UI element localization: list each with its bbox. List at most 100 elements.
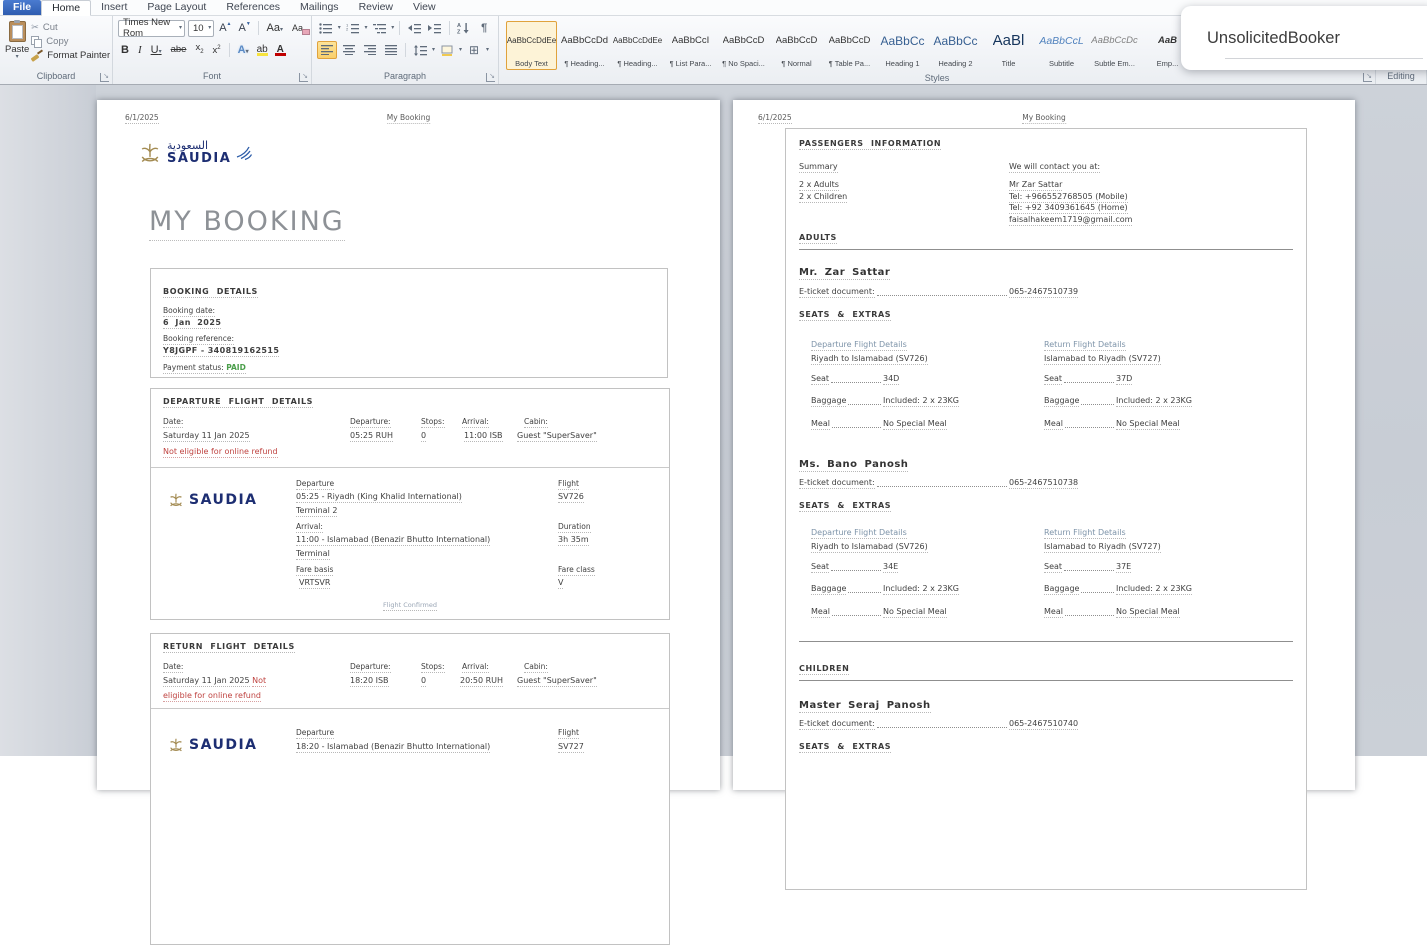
tab-mailings[interactable]: Mailings [290, 0, 349, 15]
sort-button[interactable]: AZ [455, 20, 473, 36]
adults-heading: ADULTS [799, 233, 837, 244]
style-heading-3[interactable]: AaBbCcDd¶ Heading... [559, 21, 610, 70]
font-name-select[interactable]: Times New Rom▾ [118, 20, 185, 37]
style-heading-1[interactable]: AaBbCcHeading 1 [877, 21, 928, 70]
change-case-button[interactable]: Aa▾ [264, 20, 286, 36]
flight-label: Flight [558, 479, 579, 490]
seat-label: Seat [1044, 374, 1062, 385]
styles-gallery: AaBbCcDdEeBody Text AaBbCcDd¶ Heading...… [504, 19, 1195, 72]
line-spacing-button[interactable] [411, 42, 429, 58]
paragraph-group-label: Paragraph [384, 71, 426, 81]
align-center-button[interactable] [340, 42, 358, 58]
align-left-button[interactable] [317, 41, 337, 59]
highlight-color-button[interactable]: ab [255, 45, 270, 56]
segment-arrival-value: 11:00 - Islamabad (Benazir Bhutto Intern… [296, 535, 490, 546]
segment-arrival-terminal: Terminal [296, 549, 330, 560]
style-subtitle[interactable]: AaBbCcLSubtitle [1036, 21, 1087, 70]
payment-status-value: PAID [226, 363, 246, 374]
justify-button[interactable] [382, 42, 400, 58]
font-color-button[interactable]: A [273, 45, 288, 56]
style-heading-4[interactable]: AaBbCcDdEe¶ Heading... [612, 21, 663, 70]
search-input[interactable] [1205, 28, 1427, 49]
saudia-crest-icon [167, 736, 185, 754]
segment-departure-value: 18:20 - Islamabad (Benazir Bhutto Intern… [296, 742, 490, 753]
strikethrough-button[interactable]: abe [168, 42, 190, 58]
copy-icon [31, 36, 42, 47]
subscript-button[interactable]: x2 [192, 40, 206, 60]
seat-row: Seat34E [811, 562, 1026, 573]
tab-file[interactable]: File [3, 0, 41, 15]
tab-references[interactable]: References [216, 0, 290, 15]
text-effects-button[interactable]: A▾ [235, 42, 252, 58]
paste-button[interactable]: Paste ▾ [5, 19, 29, 60]
dialog-launcher-icon[interactable]: ↘ [486, 73, 495, 82]
show-paragraph-marks-button[interactable]: ¶ [475, 20, 493, 36]
saudia-logo: السعودية SAUDIA [137, 140, 255, 166]
style-subtle-emphasis[interactable]: AaBbCcDcSubtle Em... [1089, 21, 1140, 70]
style-table-paragraph[interactable]: AaBbCcD¶ Table Pa... [824, 21, 875, 70]
seat-value: 37D [1116, 374, 1132, 385]
tab-view[interactable]: View [403, 0, 446, 15]
superscript-button[interactable]: x2 [210, 40, 224, 59]
divider [449, 21, 450, 35]
meal-row: MealNo Special Meal [1044, 419, 1259, 430]
departure-flight-box: DEPARTURE FLIGHT DETAILS Date: Departure… [150, 388, 670, 620]
svg-text:A: A [457, 23, 461, 29]
eticket-value: 065-2467510740 [1009, 719, 1078, 730]
underline-button[interactable]: U▾ [148, 42, 165, 58]
increase-indent-button[interactable] [426, 20, 444, 36]
style-body-text[interactable]: AaBbCcDdEeBody Text [506, 21, 557, 70]
chevron-down-icon: ▾ [208, 26, 211, 31]
meal-label: Meal [811, 607, 830, 618]
date-label: Date: [163, 662, 183, 673]
page-left[interactable]: 6/1/2025 My Booking السعودية SAUDIA MY B… [97, 100, 720, 790]
duration-label: Duration [558, 522, 591, 533]
style-title[interactable]: AaBlTitle [983, 21, 1034, 70]
font-size-select[interactable]: 10▾ [188, 20, 214, 37]
copy-button[interactable]: Copy [31, 36, 110, 47]
dialog-launcher-icon[interactable]: ↘ [1363, 73, 1372, 82]
style-heading-2[interactable]: AaBbCcHeading 2 [930, 21, 981, 70]
return-col-title: Return Flight Details [1044, 340, 1126, 351]
search-overlay [1181, 6, 1427, 70]
group-paragraph: ▾ 12▾ ▾ AZ ¶ [312, 16, 499, 84]
flight-status: Flight Confirmed [383, 601, 437, 611]
inbound-cabin: Guest "SuperSaver" [517, 676, 597, 687]
tab-insert[interactable]: Insert [91, 0, 137, 15]
grow-font-button[interactable]: A▲ [217, 21, 233, 35]
shading-button[interactable] [438, 42, 456, 58]
saudia-crest-icon [167, 491, 185, 509]
shrink-font-button[interactable]: A▼ [237, 21, 253, 35]
decrease-indent-button[interactable] [405, 20, 423, 36]
format-painter-button[interactable]: Format Painter [31, 50, 110, 61]
tab-home[interactable]: Home [41, 0, 91, 16]
cut-button[interactable]: ✂ Cut [31, 22, 110, 33]
style-list-paragraph[interactable]: AaBbCcI¶ List Para... [665, 21, 716, 70]
highlight-color-swatch [257, 53, 268, 56]
seat-value: 34D [883, 374, 899, 385]
bold-button[interactable]: B [118, 42, 132, 58]
tab-review[interactable]: Review [349, 0, 403, 15]
departure-label: Departure: [350, 662, 391, 673]
numbering-button[interactable]: 12 [344, 20, 362, 36]
tab-page-layout[interactable]: Page Layout [137, 0, 216, 15]
bullets-button[interactable] [317, 20, 335, 36]
passenger-name: Ms. Bano Panosh [799, 459, 908, 472]
multilevel-list-button[interactable] [370, 20, 388, 36]
clear-formatting-button[interactable]: Aa [289, 20, 306, 36]
italic-button[interactable]: I [135, 42, 145, 58]
summary-adults: 2 x Adults [799, 180, 839, 191]
return-route: Islamabad to Riyadh (SV727) [1044, 542, 1161, 553]
style-no-spacing[interactable]: AaBbCcD¶ No Spaci... [718, 21, 769, 70]
page-right[interactable]: 6/1/2025 My Booking PASSENGERS INFORMATI… [733, 100, 1355, 790]
dialog-launcher-icon[interactable]: ↘ [100, 73, 109, 82]
borders-button[interactable]: ⊞ [465, 42, 483, 58]
copy-label: Copy [46, 36, 68, 47]
dialog-launcher-icon[interactable]: ↘ [299, 73, 308, 82]
segment-departure-label: Departure [296, 479, 334, 490]
inbound-departure: 18:20 ISB [350, 676, 389, 687]
align-right-button[interactable] [361, 42, 379, 58]
meal-label: Meal [1044, 607, 1063, 618]
style-normal[interactable]: AaBbCcD¶ Normal [771, 21, 822, 70]
scissors-icon: ✂ [31, 22, 39, 33]
